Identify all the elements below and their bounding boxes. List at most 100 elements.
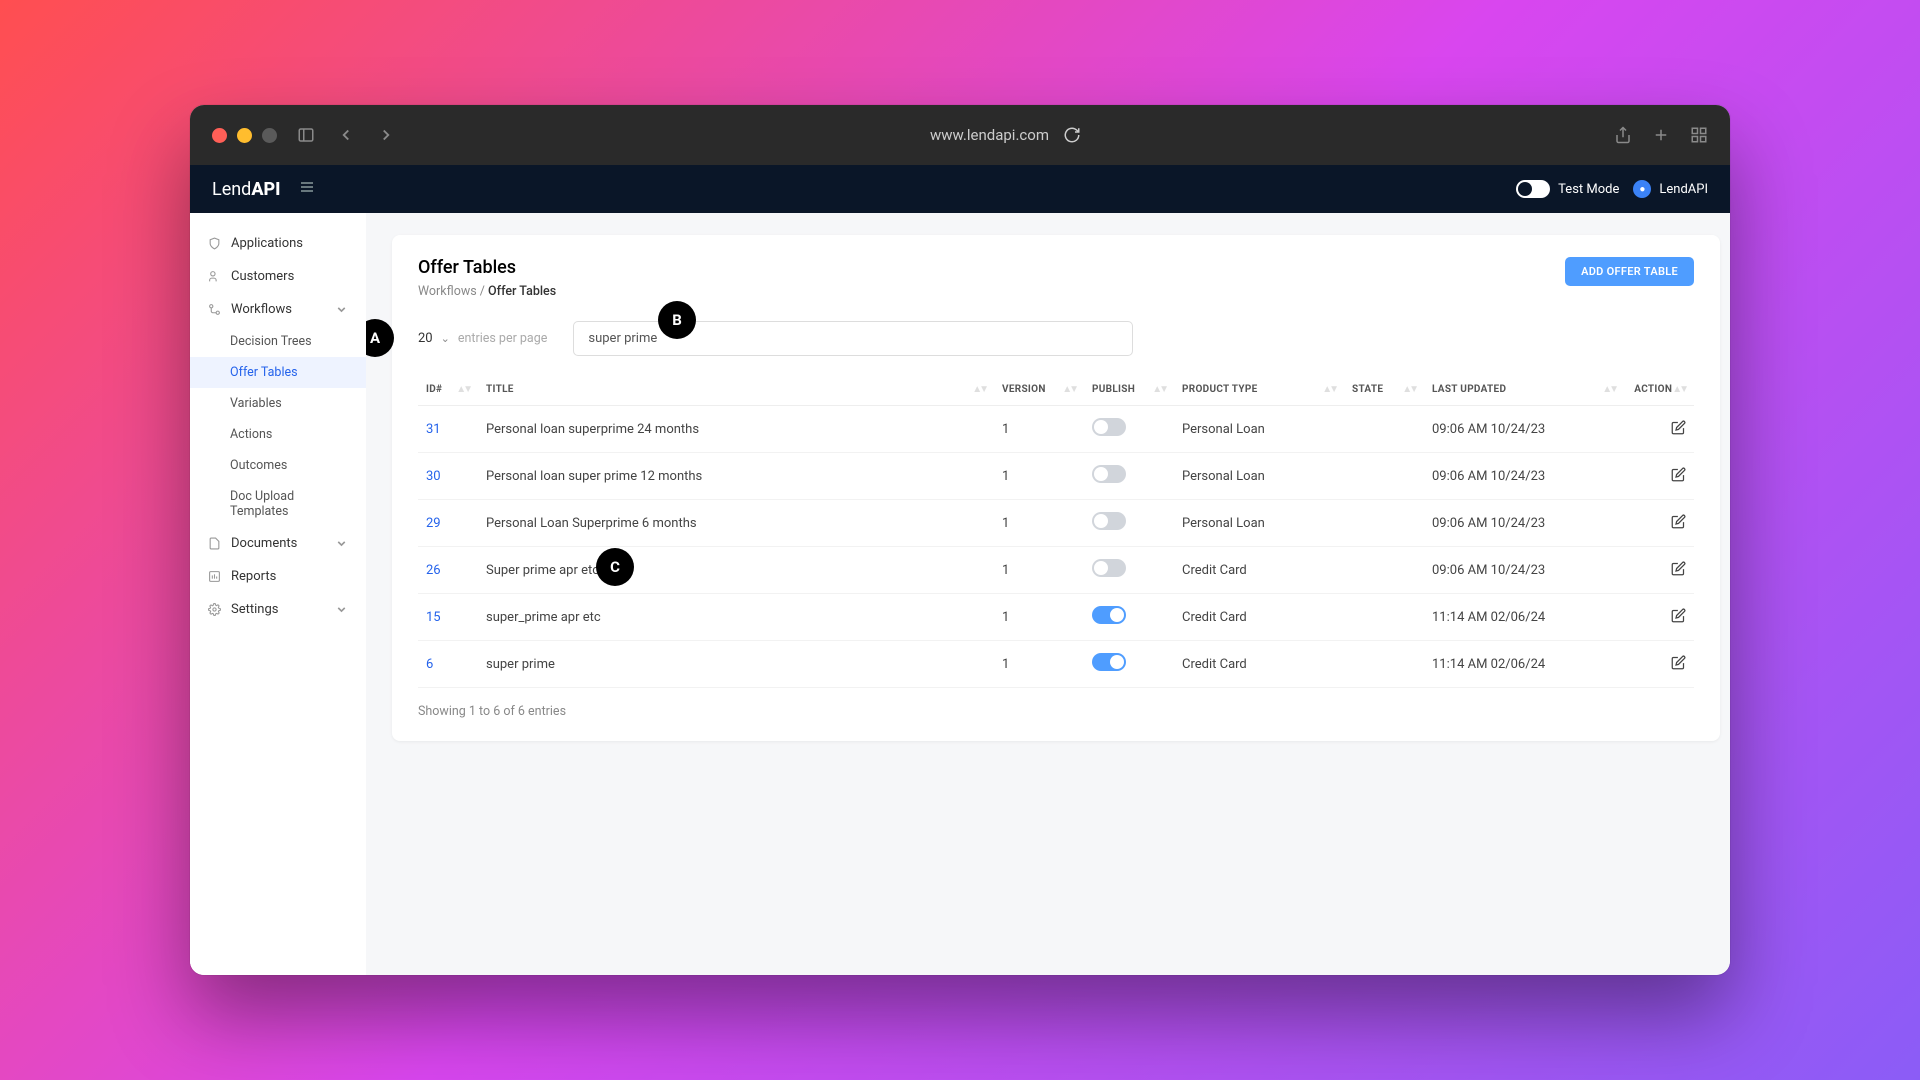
edit-icon[interactable] [1671,565,1686,580]
logo[interactable]: LendAPI [212,179,281,200]
document-icon [208,537,221,550]
share-icon[interactable] [1614,126,1632,144]
sidebar-item-doc-upload-templates[interactable]: Doc Upload Templates [230,481,366,527]
breadcrumb-parent[interactable]: Workflows [418,284,477,299]
org-switcher[interactable]: ● LendAPI [1633,180,1708,198]
col-action[interactable]: ACTION▲▼ [1624,374,1694,406]
edit-icon[interactable] [1671,424,1686,439]
col-product-type[interactable]: PRODUCT TYPE▲▼ [1174,374,1344,406]
gear-icon [208,603,221,616]
sidebar-item-actions[interactable]: Actions [230,419,366,450]
cell-last-updated: 11:14 AM 02/06/24 [1424,594,1624,641]
back-icon[interactable] [335,126,357,144]
entries-per-page-select[interactable]: 20 ⌄ entries per page [418,331,547,346]
cell-publish [1084,641,1174,688]
cell-publish [1084,594,1174,641]
cell-action [1624,500,1694,547]
users-icon [208,270,221,283]
edit-icon[interactable] [1671,659,1686,674]
col-version[interactable]: VERSION▲▼ [994,374,1084,406]
id-link[interactable]: 31 [426,422,441,437]
table-row: 31Personal loan superprime 24 months1Per… [418,406,1694,453]
forward-icon[interactable] [375,126,397,144]
sidebar-item-decision-trees[interactable]: Decision Trees [230,326,366,357]
page-title: Offer Tables [418,257,556,278]
cell-id: 31 [418,406,478,453]
sidebar-item-outcomes[interactable]: Outcomes [230,450,366,481]
edit-icon[interactable] [1671,612,1686,627]
publish-toggle[interactable] [1092,606,1126,624]
cell-state [1344,594,1424,641]
annotation-marker-b: B [658,301,696,339]
col-id[interactable]: ID#▲▼ [418,374,478,406]
cell-product-type: Credit Card [1174,594,1344,641]
cell-id: 6 [418,641,478,688]
cell-title: Personal loan superprime 24 months [478,406,994,453]
new-tab-icon[interactable] [1652,126,1670,144]
table-row: 6super prime1Credit Card11:14 AM 02/06/2… [418,641,1694,688]
cell-last-updated: 11:14 AM 02/06/24 [1424,641,1624,688]
cell-product-type: Personal Loan [1174,500,1344,547]
app-body: Applications Customers Workflows Decisio… [190,213,1730,975]
id-link[interactable]: 30 [426,469,441,484]
sidebar: Applications Customers Workflows Decisio… [190,213,366,975]
cell-title: Personal Loan Superprime 6 months [478,500,994,547]
publish-toggle[interactable] [1092,465,1126,483]
id-link[interactable]: 15 [426,610,441,625]
sidebar-item-applications[interactable]: Applications [190,227,366,260]
cell-publish [1084,406,1174,453]
sidebar-item-documents[interactable]: Documents [190,527,366,560]
col-state[interactable]: STATE▲▼ [1344,374,1424,406]
edit-icon[interactable] [1671,471,1686,486]
col-title[interactable]: TITLE▲▼ [478,374,994,406]
sidebar-item-settings[interactable]: Settings [190,593,366,626]
offer-tables-table: ID#▲▼ TITLE▲▼ VERSION▲▼ PUBLISH▲▼ PRODUC… [418,374,1694,688]
sidebar-item-offer-tables[interactable]: Offer Tables [190,357,366,388]
test-mode-toggle[interactable]: Test Mode [1516,180,1619,198]
sidebar-item-variables[interactable]: Variables [230,388,366,419]
reload-icon[interactable] [1063,126,1081,144]
maximize-icon[interactable] [262,128,277,143]
app-header: LendAPI Test Mode ● LendAPI [190,165,1730,213]
publish-toggle[interactable] [1092,559,1126,577]
close-icon[interactable] [212,128,227,143]
id-link[interactable]: 26 [426,563,441,578]
shield-icon [208,237,221,250]
offer-tables-card: Offer Tables Workflows / Offer Tables AD… [392,235,1720,741]
publish-toggle[interactable] [1092,512,1126,530]
cell-version: 1 [994,547,1084,594]
id-link[interactable]: 29 [426,516,441,531]
edit-icon[interactable] [1671,518,1686,533]
publish-toggle[interactable] [1092,653,1126,671]
chevron-down-icon [335,303,348,316]
toggle-switch-icon [1516,180,1550,198]
sidebar-item-workflows[interactable]: Workflows [190,293,366,326]
chevron-down-icon: ⌄ [441,332,450,345]
col-last-updated[interactable]: LAST UPDATED▲▼ [1424,374,1624,406]
annotation-marker-a: A [366,319,394,357]
publish-toggle[interactable] [1092,418,1126,436]
sidebar-item-reports[interactable]: Reports [190,560,366,593]
table-row: 29Personal Loan Superprime 6 months1Pers… [418,500,1694,547]
cell-title: super prime [478,641,994,688]
add-offer-table-button[interactable]: ADD OFFER TABLE [1565,257,1694,286]
id-link[interactable]: 6 [426,657,433,672]
cell-state [1344,500,1424,547]
cell-state [1344,453,1424,500]
minimize-icon[interactable] [237,128,252,143]
address-bar[interactable]: www.lendapi.com [415,126,1596,144]
breadcrumb-current: Offer Tables [488,284,556,299]
cell-publish [1084,453,1174,500]
sidebar-toggle-icon[interactable] [295,126,317,144]
cell-id: 15 [418,594,478,641]
cell-action [1624,406,1694,453]
cell-action [1624,547,1694,594]
flow-icon [208,303,221,316]
org-avatar-icon: ● [1633,180,1651,198]
chevron-down-icon [335,537,348,550]
col-publish[interactable]: PUBLISH▲▼ [1084,374,1174,406]
tabs-grid-icon[interactable] [1690,126,1708,144]
collapse-menu-icon[interactable] [299,179,315,199]
sidebar-item-customers[interactable]: Customers [190,260,366,293]
search-input[interactable] [573,321,1133,356]
